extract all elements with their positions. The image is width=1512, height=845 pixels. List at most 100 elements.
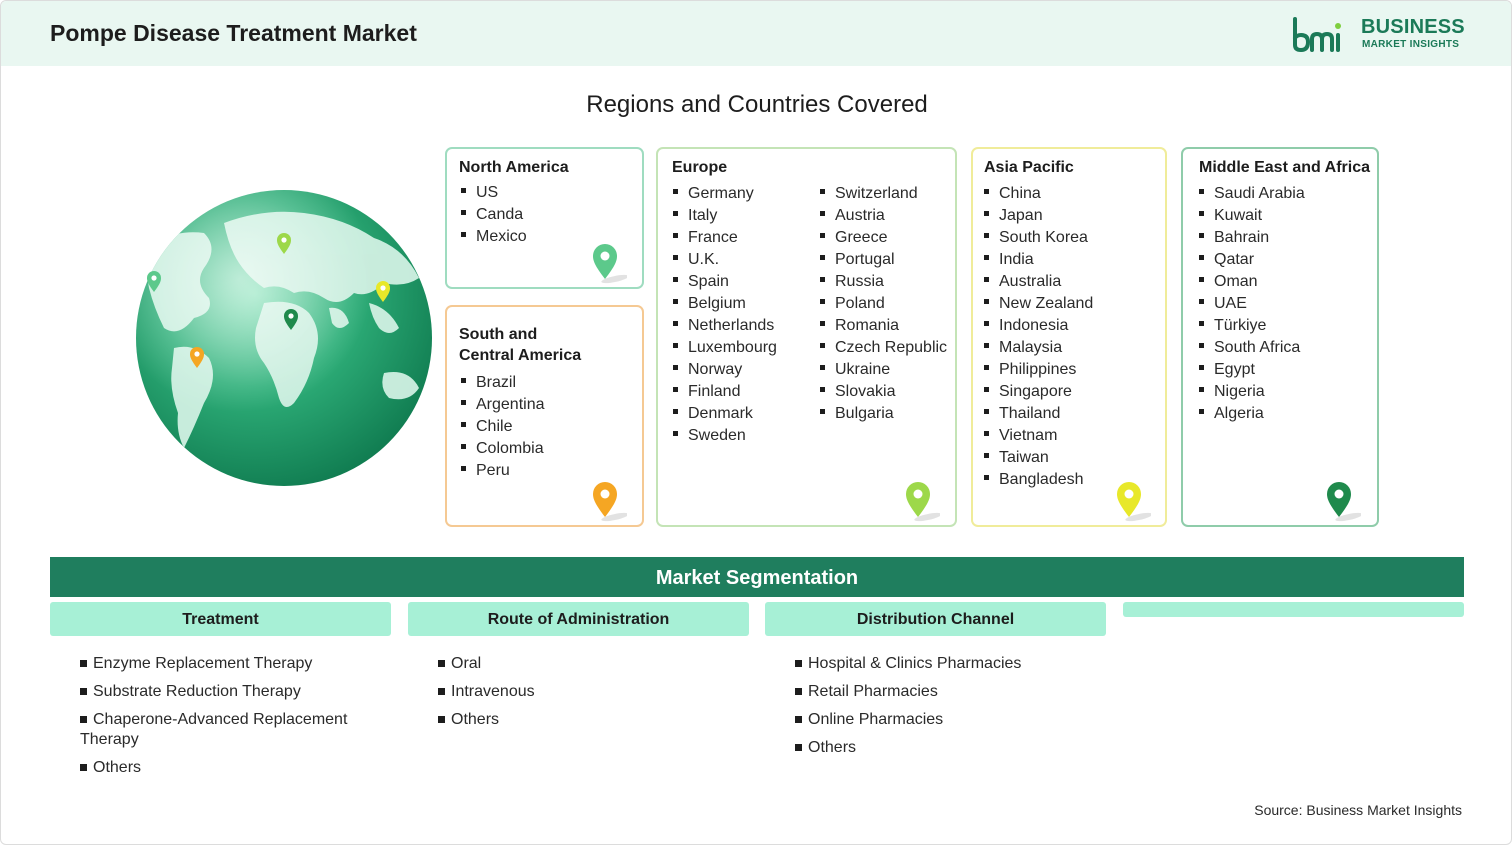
list-item: Thailand xyxy=(984,403,1093,425)
list-item: Retail Pharmacies xyxy=(795,682,1095,702)
region-name: Asia Pacific xyxy=(984,159,1074,176)
location-pin-icon xyxy=(906,482,940,522)
list-item: Argentina xyxy=(461,394,545,416)
list-item: Sweden xyxy=(673,425,777,447)
location-pin-icon xyxy=(593,482,627,522)
list-item: Romania xyxy=(820,315,947,337)
list-item: Germany xyxy=(673,183,777,205)
segment-header-treatment: Treatment xyxy=(50,602,391,636)
page-title: Pompe Disease Treatment Market xyxy=(50,20,417,46)
segmentation-title-bar: Market Segmentation xyxy=(50,557,1464,597)
list-item: Algeria xyxy=(1199,403,1305,425)
list-item: Finland xyxy=(673,381,777,403)
region-name-line1: South and xyxy=(459,326,538,343)
list-item: Poland xyxy=(820,293,947,315)
list-item: Others xyxy=(438,710,738,730)
list-item: Bulgaria xyxy=(820,403,947,425)
list-item: Colombia xyxy=(461,438,545,460)
list-item: Intravenous xyxy=(438,682,738,702)
list-item: Japan xyxy=(984,205,1093,227)
list-item: Ukraine xyxy=(820,359,947,381)
list-item: Malaysia xyxy=(984,337,1093,359)
list-item: Kuwait xyxy=(1199,205,1305,227)
header-bar: Pompe Disease Treatment Market BUSINESS … xyxy=(1,1,1511,66)
list-item: Vietnam xyxy=(984,425,1093,447)
list-item: Türkiye xyxy=(1199,315,1305,337)
list-item: Others xyxy=(80,758,380,778)
list-item: Denmark xyxy=(673,403,777,425)
list-item: Greece xyxy=(820,227,947,249)
country-list: US Canda Mexico xyxy=(461,182,527,248)
list-item: Netherlands xyxy=(673,315,777,337)
location-pin-icon xyxy=(593,244,627,284)
region-name: South and Central America xyxy=(459,324,581,366)
list-item: Peru xyxy=(461,460,545,482)
segment-header-empty xyxy=(1123,602,1464,617)
list-item: Italy xyxy=(673,205,777,227)
list-item: Spain xyxy=(673,271,777,293)
list-item: Brazil xyxy=(461,372,545,394)
list-item: Canda xyxy=(461,204,527,226)
globe-illustration xyxy=(136,190,432,486)
list-item: Russia xyxy=(820,271,947,293)
bmi-logo-mark-icon xyxy=(1293,17,1341,53)
list-item: Enzyme Replacement Therapy xyxy=(80,654,380,674)
country-list: Saudi Arabia Kuwait Bahrain Qatar Oman U… xyxy=(1199,183,1305,425)
list-item: Austria xyxy=(820,205,947,227)
list-item: Slovakia xyxy=(820,381,947,403)
region-card-europe: Europe Germany Italy France U.K. Spain B… xyxy=(656,147,957,527)
source-note: Source: Business Market Insights xyxy=(1254,802,1462,818)
list-item: Egypt xyxy=(1199,359,1305,381)
list-item: Switzerland xyxy=(820,183,947,205)
regions-title: Regions and Countries Covered xyxy=(586,91,928,118)
list-item: Online Pharmacies xyxy=(795,710,1095,730)
list-item: Bahrain xyxy=(1199,227,1305,249)
list-item: Belgium xyxy=(673,293,777,315)
list-item: Australia xyxy=(984,271,1093,293)
list-item: Czech Republic xyxy=(820,337,947,359)
list-item: South Korea xyxy=(984,227,1093,249)
list-item: Indonesia xyxy=(984,315,1093,337)
list-item: UAE xyxy=(1199,293,1305,315)
list-item: Luxembourg xyxy=(673,337,777,359)
list-item: Saudi Arabia xyxy=(1199,183,1305,205)
list-item: Nigeria xyxy=(1199,381,1305,403)
list-item: Chaperone-Advanced Replacement Therapy xyxy=(80,710,380,750)
list-item: Hospital & Clinics Pharmacies xyxy=(795,654,1095,674)
list-item: Oral xyxy=(438,654,738,674)
list-item: China xyxy=(984,183,1093,205)
infographic-frame: Pompe Disease Treatment Market BUSINESS … xyxy=(0,0,1512,845)
segment-header-route: Route of Administration xyxy=(408,602,749,636)
segment-list-route: Oral Intravenous Others xyxy=(438,654,738,738)
bmi-logo: BUSINESS MARKET INSIGHTS xyxy=(1291,15,1471,55)
list-item: Taiwan xyxy=(984,447,1093,469)
country-list: Brazil Argentina Chile Colombia Peru xyxy=(461,372,545,482)
list-item: Oman xyxy=(1199,271,1305,293)
region-name-line2: Central America xyxy=(459,347,582,364)
segment-list-treatment: Enzyme Replacement Therapy Substrate Red… xyxy=(80,654,380,786)
list-item: New Zealand xyxy=(984,293,1093,315)
segment-header-distribution: Distribution Channel xyxy=(765,602,1106,636)
list-item: Chile xyxy=(461,416,545,438)
list-item: Singapore xyxy=(984,381,1093,403)
country-list-col1: Germany Italy France U.K. Spain Belgium … xyxy=(673,183,777,447)
list-item: Bangladesh xyxy=(984,469,1093,491)
list-item: Qatar xyxy=(1199,249,1305,271)
region-card-middle-east-africa: Middle East and Africa Saudi Arabia Kuwa… xyxy=(1181,147,1379,527)
location-pin-icon xyxy=(1117,482,1151,522)
brand-name-line2: MARKET INSIGHTS xyxy=(1362,39,1460,50)
location-pin-icon xyxy=(1327,482,1361,522)
brand-name-line1: BUSINESS xyxy=(1361,16,1465,38)
list-item: U.K. xyxy=(673,249,777,271)
region-name: Europe xyxy=(672,159,728,176)
region-name: Middle East and Africa xyxy=(1199,159,1370,176)
list-item: Others xyxy=(795,738,1095,758)
region-name: North America xyxy=(459,159,569,176)
list-item: US xyxy=(461,182,527,204)
country-list: China Japan South Korea India Australia … xyxy=(984,183,1093,491)
list-item: Substrate Reduction Therapy xyxy=(80,682,380,702)
segment-list-distribution: Hospital & Clinics Pharmacies Retail Pha… xyxy=(795,654,1095,766)
list-item: South Africa xyxy=(1199,337,1305,359)
region-card-north-america: North America US Canda Mexico xyxy=(445,147,644,289)
region-card-south-central-america: South and Central America Brazil Argenti… xyxy=(445,305,644,527)
